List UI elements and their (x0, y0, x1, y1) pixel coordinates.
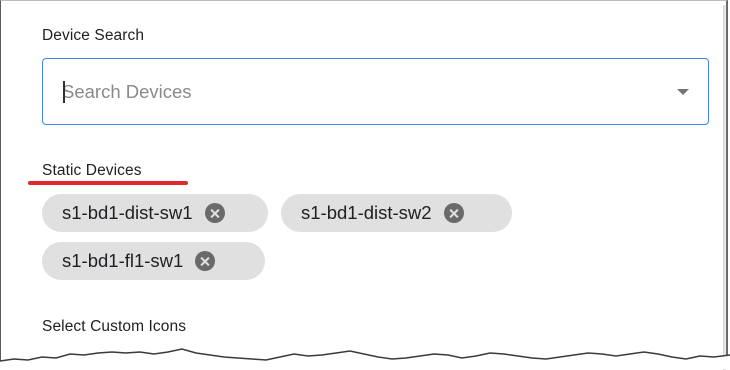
annotation-underline (28, 181, 188, 185)
device-search-label: Device Search (42, 27, 145, 44)
cancel-circle-icon[interactable] (204, 203, 225, 223)
device-search-input[interactable] (62, 79, 622, 105)
panel-shadow (723, 5, 726, 370)
device-search-select[interactable] (42, 58, 709, 125)
torn-paper-edge (0, 348, 730, 369)
device-chip[interactable]: s1-bd1-dist-sw1 (42, 194, 268, 232)
dropdown-arrow-icon[interactable] (677, 89, 689, 95)
cancel-circle-icon[interactable] (195, 251, 216, 271)
device-chip[interactable]: s1-bd1-fl1-sw1 (42, 242, 265, 280)
device-config-panel: Device Search Static Devices s1-bd1-dist… (0, 0, 728, 370)
device-chip-label: s1-bd1-fl1-sw1 (62, 250, 184, 271)
select-custom-icons-label: Select Custom Icons (42, 318, 187, 335)
device-chip-label: s1-bd1-dist-sw2 (301, 202, 432, 223)
static-devices-label: Static Devices (42, 162, 142, 179)
cancel-circle-icon[interactable] (443, 203, 464, 223)
device-chip-label: s1-bd1-dist-sw1 (62, 202, 193, 223)
text-cursor (63, 81, 65, 103)
device-chip[interactable]: s1-bd1-dist-sw2 (281, 194, 512, 232)
